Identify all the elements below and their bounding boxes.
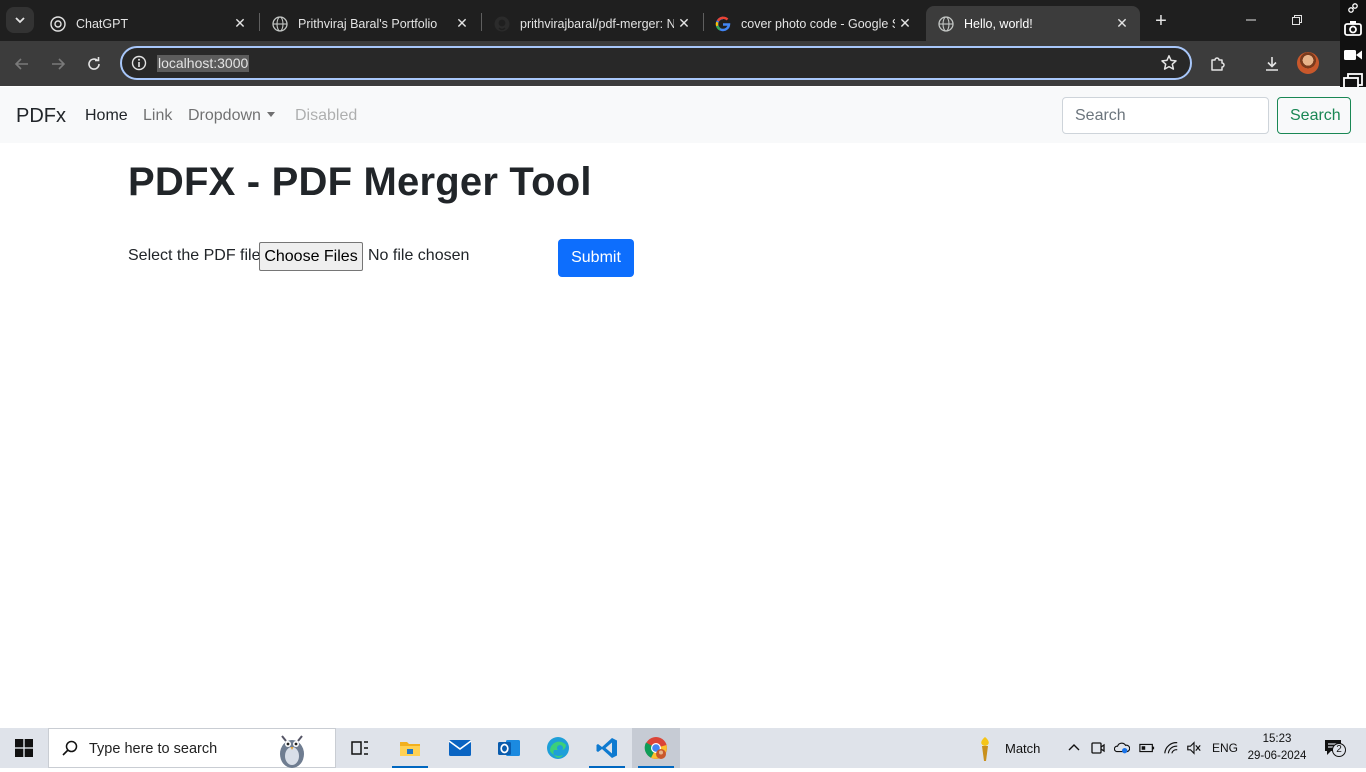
- download-icon: [1266, 57, 1278, 71]
- navbar-search-button[interactable]: Search: [1277, 97, 1351, 134]
- taskbar-chrome[interactable]: [632, 728, 680, 768]
- plus-icon: +: [1155, 9, 1167, 32]
- reload-button[interactable]: [79, 49, 109, 79]
- taskbar-file-explorer[interactable]: [386, 728, 434, 768]
- forward-button[interactable]: [43, 49, 73, 79]
- clock-time: 15:23: [1262, 733, 1292, 745]
- search-highlight-bird-icon: [280, 735, 304, 768]
- github-icon: [494, 16, 510, 32]
- file-status-text: No file chosen: [368, 247, 470, 264]
- tab-title: cover photo code - Google S: [741, 16, 895, 31]
- close-icon[interactable]: ✕: [895, 14, 915, 34]
- taskbar-search-placeholder: Type here to search: [89, 741, 218, 757]
- tab-title: Prithviraj Baral's Portfolio: [298, 16, 438, 31]
- taskbar-vscode[interactable]: [583, 728, 631, 768]
- chevron-up-icon: [1068, 744, 1080, 751]
- close-icon[interactable]: ✕: [1112, 14, 1132, 34]
- folder-icon: [400, 742, 420, 756]
- puzzle-icon: [1211, 57, 1225, 71]
- notification-center-button[interactable]: 2: [1324, 738, 1346, 758]
- close-icon[interactable]: ✕: [674, 14, 694, 34]
- google-icon: [715, 16, 731, 32]
- task-view-icon: [351, 741, 368, 755]
- tab-portfolio[interactable]: Prithviraj Baral's Portfolio ✕: [260, 6, 480, 41]
- tab-chatgpt[interactable]: ChatGPT ✕: [38, 6, 258, 41]
- nav-link-disabled: Disabled: [295, 107, 358, 124]
- tab-title: Hello, world!: [964, 16, 1033, 31]
- video-camera-icon[interactable]: [1343, 45, 1363, 65]
- nav-link-home[interactable]: Home: [85, 107, 128, 125]
- navbar-brand[interactable]: PDFx: [16, 105, 66, 128]
- meet-now-icon[interactable]: [1090, 740, 1106, 756]
- tab-hello-world[interactable]: Hello, world! ✕: [926, 6, 1140, 41]
- bookmark-star-icon[interactable]: [1160, 54, 1178, 77]
- windows-taskbar: Type here to search Match ENG 15:23 29-0…: [0, 728, 1366, 768]
- link-icon[interactable]: [1343, 2, 1363, 14]
- navbar-search-input[interactable]: [1062, 97, 1269, 134]
- arrow-left-icon: [14, 58, 28, 70]
- site-info-icon[interactable]: [130, 54, 148, 72]
- profile-avatar[interactable]: [1297, 52, 1319, 74]
- vscode-icon: [596, 738, 617, 758]
- tab-google-search[interactable]: cover photo code - Google S ✕: [703, 6, 923, 41]
- onedrive-sync-icon[interactable]: [1114, 740, 1130, 756]
- weather-torch-icon: [981, 737, 989, 761]
- task-view-button[interactable]: [336, 728, 384, 768]
- weather-text[interactable]: Match: [1005, 741, 1040, 756]
- minimize-icon: [1246, 19, 1256, 21]
- notification-count: 2: [1332, 743, 1346, 757]
- start-button[interactable]: [0, 728, 48, 768]
- browser-tab-strip: ChatGPT ✕ Prithviraj Baral's Portfolio ✕…: [0, 0, 1366, 41]
- tab-github[interactable]: prithvirajbaral/pdf-merger: N ✕: [482, 6, 702, 41]
- url-text[interactable]: localhost:3000: [157, 55, 250, 72]
- back-button[interactable]: [7, 49, 37, 79]
- tab-title: ChatGPT: [76, 16, 129, 31]
- browser-toolbar: localhost:3000: [0, 41, 1366, 86]
- tab-title: prithvirajbaral/pdf-merger: N: [520, 16, 674, 31]
- restore-button[interactable]: [1282, 6, 1312, 34]
- restore-icon: [1292, 15, 1302, 25]
- clock-date: 29-06-2024: [1247, 750, 1307, 762]
- camera-icon[interactable]: [1343, 18, 1363, 38]
- extensions-button[interactable]: [1203, 49, 1233, 79]
- edge-icon: [547, 737, 569, 759]
- site-navbar: PDFx Home Link Dropdown Disabled Search: [0, 87, 1366, 143]
- wifi-icon[interactable]: [1163, 740, 1179, 756]
- battery-icon[interactable]: [1139, 740, 1155, 756]
- choose-files-button[interactable]: Choose Files: [259, 242, 363, 271]
- address-bar[interactable]: localhost:3000: [120, 46, 1192, 80]
- outlook-icon: [498, 740, 520, 756]
- reload-icon: [88, 57, 100, 70]
- downloads-button[interactable]: [1257, 49, 1287, 79]
- chevron-down-icon: [15, 17, 25, 24]
- tab-search-button[interactable]: [6, 7, 34, 33]
- windows-logo-icon: [15, 739, 33, 757]
- show-hidden-icons-button[interactable]: [1066, 740, 1082, 756]
- nav-dropdown-toggle[interactable]: Dropdown: [188, 107, 275, 125]
- file-input-label: Select the PDF file: [128, 247, 261, 264]
- nav-dropdown-label: Dropdown: [188, 107, 261, 124]
- chatgpt-icon: [50, 15, 66, 32]
- search-icon: [62, 740, 78, 756]
- minimize-button[interactable]: [1236, 6, 1266, 34]
- mail-icon: [448, 740, 472, 756]
- globe-icon: [272, 15, 288, 32]
- page-title: PDFX - PDF Merger Tool: [128, 160, 592, 204]
- taskbar-clock[interactable]: 15:23 29-06-2024: [1244, 731, 1310, 765]
- arrow-right-icon: [52, 58, 66, 70]
- language-indicator[interactable]: ENG: [1212, 741, 1238, 755]
- speaker-muted-icon[interactable]: [1186, 740, 1202, 756]
- chrome-icon: [644, 737, 667, 759]
- taskbar-mail[interactable]: [436, 728, 484, 768]
- close-icon[interactable]: ✕: [230, 14, 250, 34]
- new-tab-button[interactable]: +: [1148, 8, 1174, 34]
- caret-down-icon: [266, 112, 275, 117]
- taskbar-edge[interactable]: [534, 728, 582, 768]
- taskbar-outlook[interactable]: [485, 728, 533, 768]
- close-icon[interactable]: ✕: [452, 14, 472, 34]
- nav-link-link[interactable]: Link: [143, 107, 172, 125]
- globe-icon: [938, 15, 954, 32]
- submit-button[interactable]: Submit: [558, 239, 634, 277]
